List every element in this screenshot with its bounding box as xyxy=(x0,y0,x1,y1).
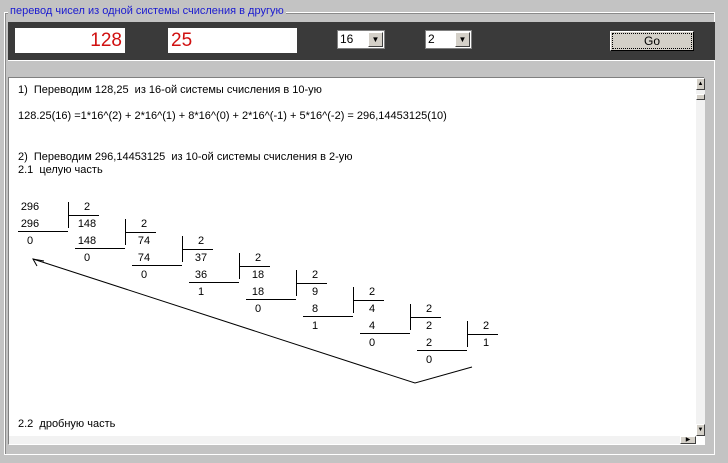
scroll-thumb[interactable] xyxy=(696,94,705,100)
horizontal-scrollbar[interactable] xyxy=(9,436,696,444)
vertical-scrollbar[interactable] xyxy=(696,78,705,436)
arrow-line xyxy=(32,258,473,384)
scroll-up-button[interactable]: ▲ xyxy=(696,78,705,90)
scroll-down-button[interactable]: ▼ xyxy=(696,424,705,436)
arrow-overlay xyxy=(32,258,473,384)
scroll-right-button[interactable]: ▶ xyxy=(680,436,696,444)
